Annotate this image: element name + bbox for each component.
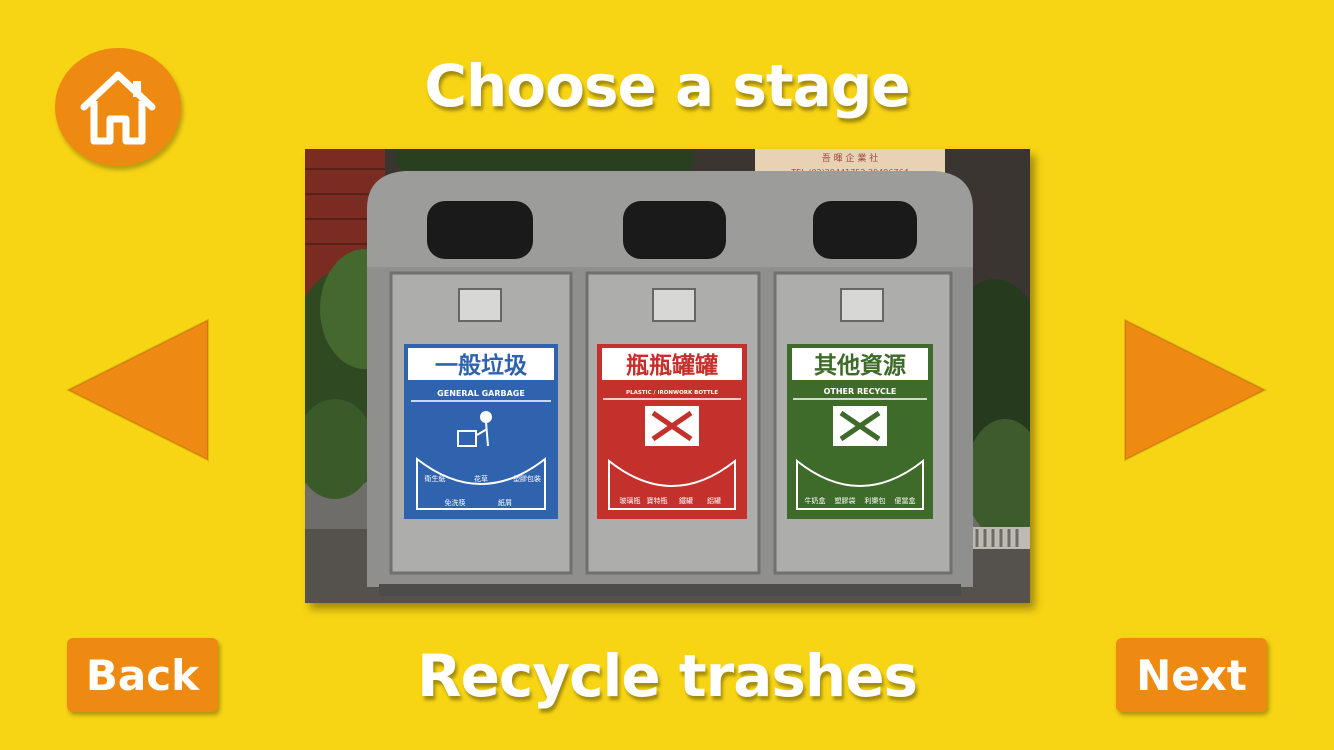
svg-text:塑膠包裝: 塑膠包裝 (513, 474, 541, 483)
previous-stage-button[interactable] (65, 318, 211, 463)
svg-text:OTHER RECYCLE: OTHER RECYCLE (824, 387, 897, 396)
svg-text:PLASTIC / IRONWORK BOTTLE: PLASTIC / IRONWORK BOTTLE (626, 390, 718, 396)
page-title: Choose a stage (424, 52, 910, 120)
svg-text:塑膠袋: 塑膠袋 (835, 496, 856, 505)
recycle-symbol-icon-2 (833, 406, 887, 446)
home-button[interactable] (55, 48, 181, 166)
svg-text:鋁罐: 鋁罐 (707, 496, 721, 505)
svg-text:玻璃瓶: 玻璃瓶 (620, 496, 641, 505)
next-button[interactable]: Next (1116, 638, 1267, 712)
svg-text:一般垃圾: 一般垃圾 (435, 352, 528, 379)
left-triangle-icon (65, 318, 209, 462)
home-icon (80, 71, 156, 145)
bin-label-bottles: 瓶瓶罐罐 PLASTIC / IRONWORK BOTTLE 玻璃瓶 寶特瓶 鐵… (597, 344, 747, 519)
stage-preview-image[interactable]: 吾 暉 企 業 社 TEL:(02)29441752 29496764 一 (305, 149, 1030, 603)
recycling-bins-photo: 吾 暉 企 業 社 TEL:(02)29441752 29496764 一 (305, 149, 1030, 603)
svg-text:花草: 花草 (474, 474, 488, 483)
svg-text:便當盒: 便當盒 (895, 496, 916, 505)
right-triangle-icon (1124, 318, 1268, 462)
svg-text:瓶瓶罐罐: 瓶瓶罐罐 (626, 352, 718, 379)
svg-text:GENERAL GARBAGE: GENERAL GARBAGE (437, 389, 525, 398)
bin-label-general: 一般垃圾 GENERAL GARBAGE 衛生紙 花草 塑膠包裝 免洗筷 紙屑 (404, 344, 558, 519)
svg-text:寶特瓶: 寶特瓶 (647, 496, 668, 505)
svg-text:利樂包: 利樂包 (865, 496, 886, 505)
back-button[interactable]: Back (67, 638, 218, 712)
svg-text:免洗筷: 免洗筷 (445, 498, 466, 507)
svg-text:紙屑: 紙屑 (498, 498, 512, 507)
svg-text:鐵罐: 鐵罐 (679, 496, 693, 505)
box-label: 吾 暉 企 業 社 (822, 152, 878, 164)
bin-label-other: 其他資源 OTHER RECYCLE 牛奶盒 塑膠袋 利樂包 便當盒 (787, 344, 933, 519)
recycle-symbol-icon (645, 406, 699, 446)
svg-text:牛奶盒: 牛奶盒 (805, 496, 826, 505)
svg-text:衛生紙: 衛生紙 (425, 474, 446, 483)
next-stage-arrow[interactable] (1122, 318, 1268, 463)
svg-text:其他資源: 其他資源 (814, 352, 906, 379)
